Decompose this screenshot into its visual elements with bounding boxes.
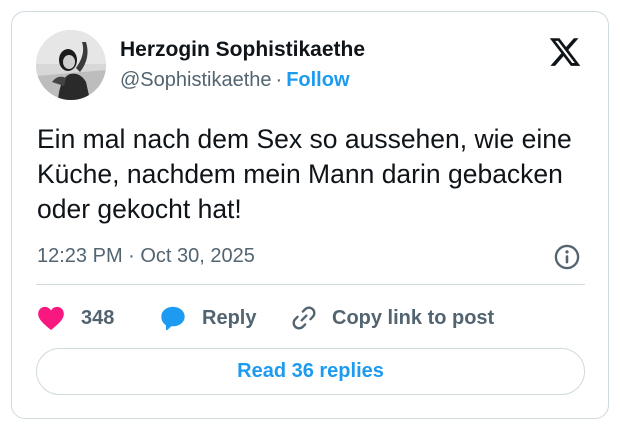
author-display-name[interactable]: Herzogin Sophistikaethe: [120, 38, 365, 62]
copy-link-button[interactable]: Copy link to post: [290, 300, 494, 336]
copy-link-label: Copy link to post: [332, 306, 495, 329]
author-handle[interactable]: @Sophistikaethe: [120, 69, 272, 91]
read-replies-button[interactable]: Read 36 replies: [36, 348, 585, 395]
reply-label: Reply: [202, 306, 257, 329]
separator-dot: ·: [275, 69, 283, 91]
author-handle-row: @Sophistikaethe · Follow: [120, 69, 350, 92]
like-button[interactable]: 348: [37, 300, 114, 336]
link-icon: [292, 306, 316, 330]
tweet-timestamp[interactable]: 12:23 PM · Oct 30, 2025: [37, 245, 255, 268]
tweet-card: Herzogin Sophistikaethe @Sophistikaethe ·…: [11, 11, 609, 419]
read-replies-label: Read 36 replies: [237, 360, 384, 382]
divider: [36, 284, 585, 285]
info-icon[interactable]: [553, 243, 581, 271]
avatar-photo: [36, 30, 106, 100]
reply-button[interactable]: Reply: [158, 300, 256, 336]
follow-button[interactable]: Follow: [286, 69, 349, 91]
heart-icon: [38, 306, 64, 331]
action-bar: 348 Reply Copy link to post: [12, 300, 608, 336]
tweet-text: Ein mal nach dem Sex so aussehen, wie ei…: [37, 124, 572, 224]
reply-bubble-icon: [161, 306, 185, 331]
avatar[interactable]: [36, 30, 106, 100]
like-count: 348: [81, 306, 115, 329]
x-logo-icon[interactable]: [548, 35, 582, 69]
